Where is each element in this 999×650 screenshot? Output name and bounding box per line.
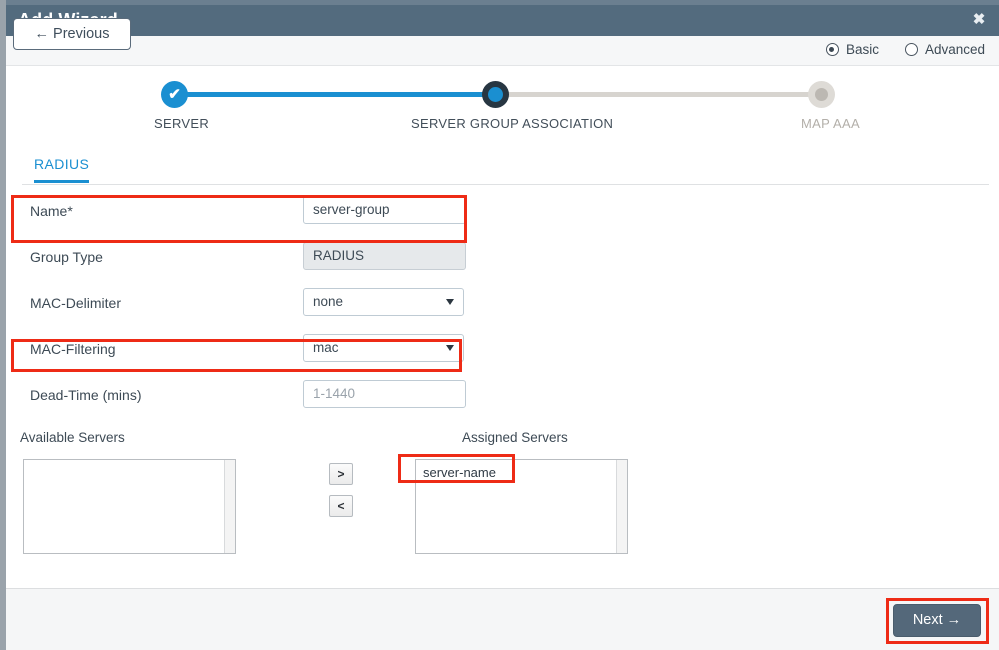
group-type-input: RADIUS [303,242,466,270]
next-button-label: Next [912,612,943,628]
assigned-servers-scrollbar[interactable] [616,460,627,553]
tab-radius[interactable]: RADIUS [34,156,90,183]
available-servers-listbox[interactable] [23,459,236,554]
add-wizard-dialog: Add Wizard ✖ Basic Advanced ✔ SERVER SER… [0,0,999,650]
close-icon[interactable]: ✖ [971,12,987,28]
step-node-map-aaa[interactable] [808,81,835,108]
label-mac-delimiter: MAC-Delimiter [30,295,121,311]
form-row-dead-time: Dead-Time (mins) 1-1440 [6,374,999,420]
next-button[interactable]: Next → [893,604,981,637]
step-node-todo-dot [815,88,828,101]
dialog-footer [6,588,999,650]
move-left-button[interactable]: < [329,495,353,517]
radio-basic[interactable]: Basic [825,42,879,57]
radio-advanced-icon [904,43,918,56]
radio-basic-icon [825,43,839,56]
arrow-left-icon: ← [34,26,50,42]
tab-strip-divider [22,184,989,185]
wizard-stepper: ✔ SERVER SERVER GROUP ASSOCIATION MAP AA… [6,72,999,142]
tab-strip: RADIUS [6,156,999,185]
stepper-track-completed [174,92,495,97]
form-row-mac-filtering: MAC-Filtering mac [6,328,999,374]
assigned-servers-listbox[interactable]: server-name [415,459,628,554]
mode-bar: Basic Advanced [6,36,999,66]
left-gutter [0,0,6,650]
form-row-group-type: Group Type RADIUS [6,236,999,282]
previous-button[interactable]: ← Previous [13,18,131,50]
step-node-current-dot [488,87,503,102]
arrow-right-icon: → [946,612,962,628]
step-node-server-group-association[interactable] [482,81,509,108]
list-item[interactable]: server-name [423,465,496,480]
server-assignment-panel: Available Servers Assigned Servers > < s… [6,425,999,570]
mac-filtering-value: mac [303,334,464,362]
assigned-servers-heading: Assigned Servers [462,430,568,445]
label-mac-filtering: MAC-Filtering [30,341,116,357]
move-right-button[interactable]: > [329,463,353,485]
radio-advanced-label: Advanced [924,42,985,57]
label-name: Name* [30,203,73,219]
dialog-title-bar: Add Wizard ✖ [6,5,999,36]
stepper-track-pending [495,92,822,97]
previous-button-label: Previous [53,26,110,42]
form-row-name: Name* server-group [6,190,999,236]
dead-time-input[interactable]: 1-1440 [303,380,466,408]
available-servers-scrollbar[interactable] [224,460,235,553]
radio-advanced[interactable]: Advanced [904,42,985,57]
mac-delimiter-select[interactable]: none [303,288,464,316]
form-row-mac-delimiter: MAC-Delimiter none [6,282,999,328]
mode-radio-group: Basic Advanced [825,42,985,57]
name-input[interactable]: server-group [303,196,466,224]
label-dead-time: Dead-Time (mins) [30,387,142,403]
radius-form: Name* server-group Group Type RADIUS MAC… [6,190,999,420]
step-label-map-aaa: MAP AAA [801,116,860,131]
transfer-buttons: > < [329,463,353,527]
mac-filtering-select[interactable]: mac [303,334,464,362]
radio-basic-label: Basic [845,42,879,57]
step-node-server[interactable]: ✔ [161,81,188,108]
step-label-server-group-association: SERVER GROUP ASSOCIATION [411,116,614,131]
available-servers-heading: Available Servers [20,430,125,445]
mac-delimiter-value: none [303,288,464,316]
label-group-type: Group Type [30,249,103,265]
step-label-server: SERVER [154,116,210,131]
